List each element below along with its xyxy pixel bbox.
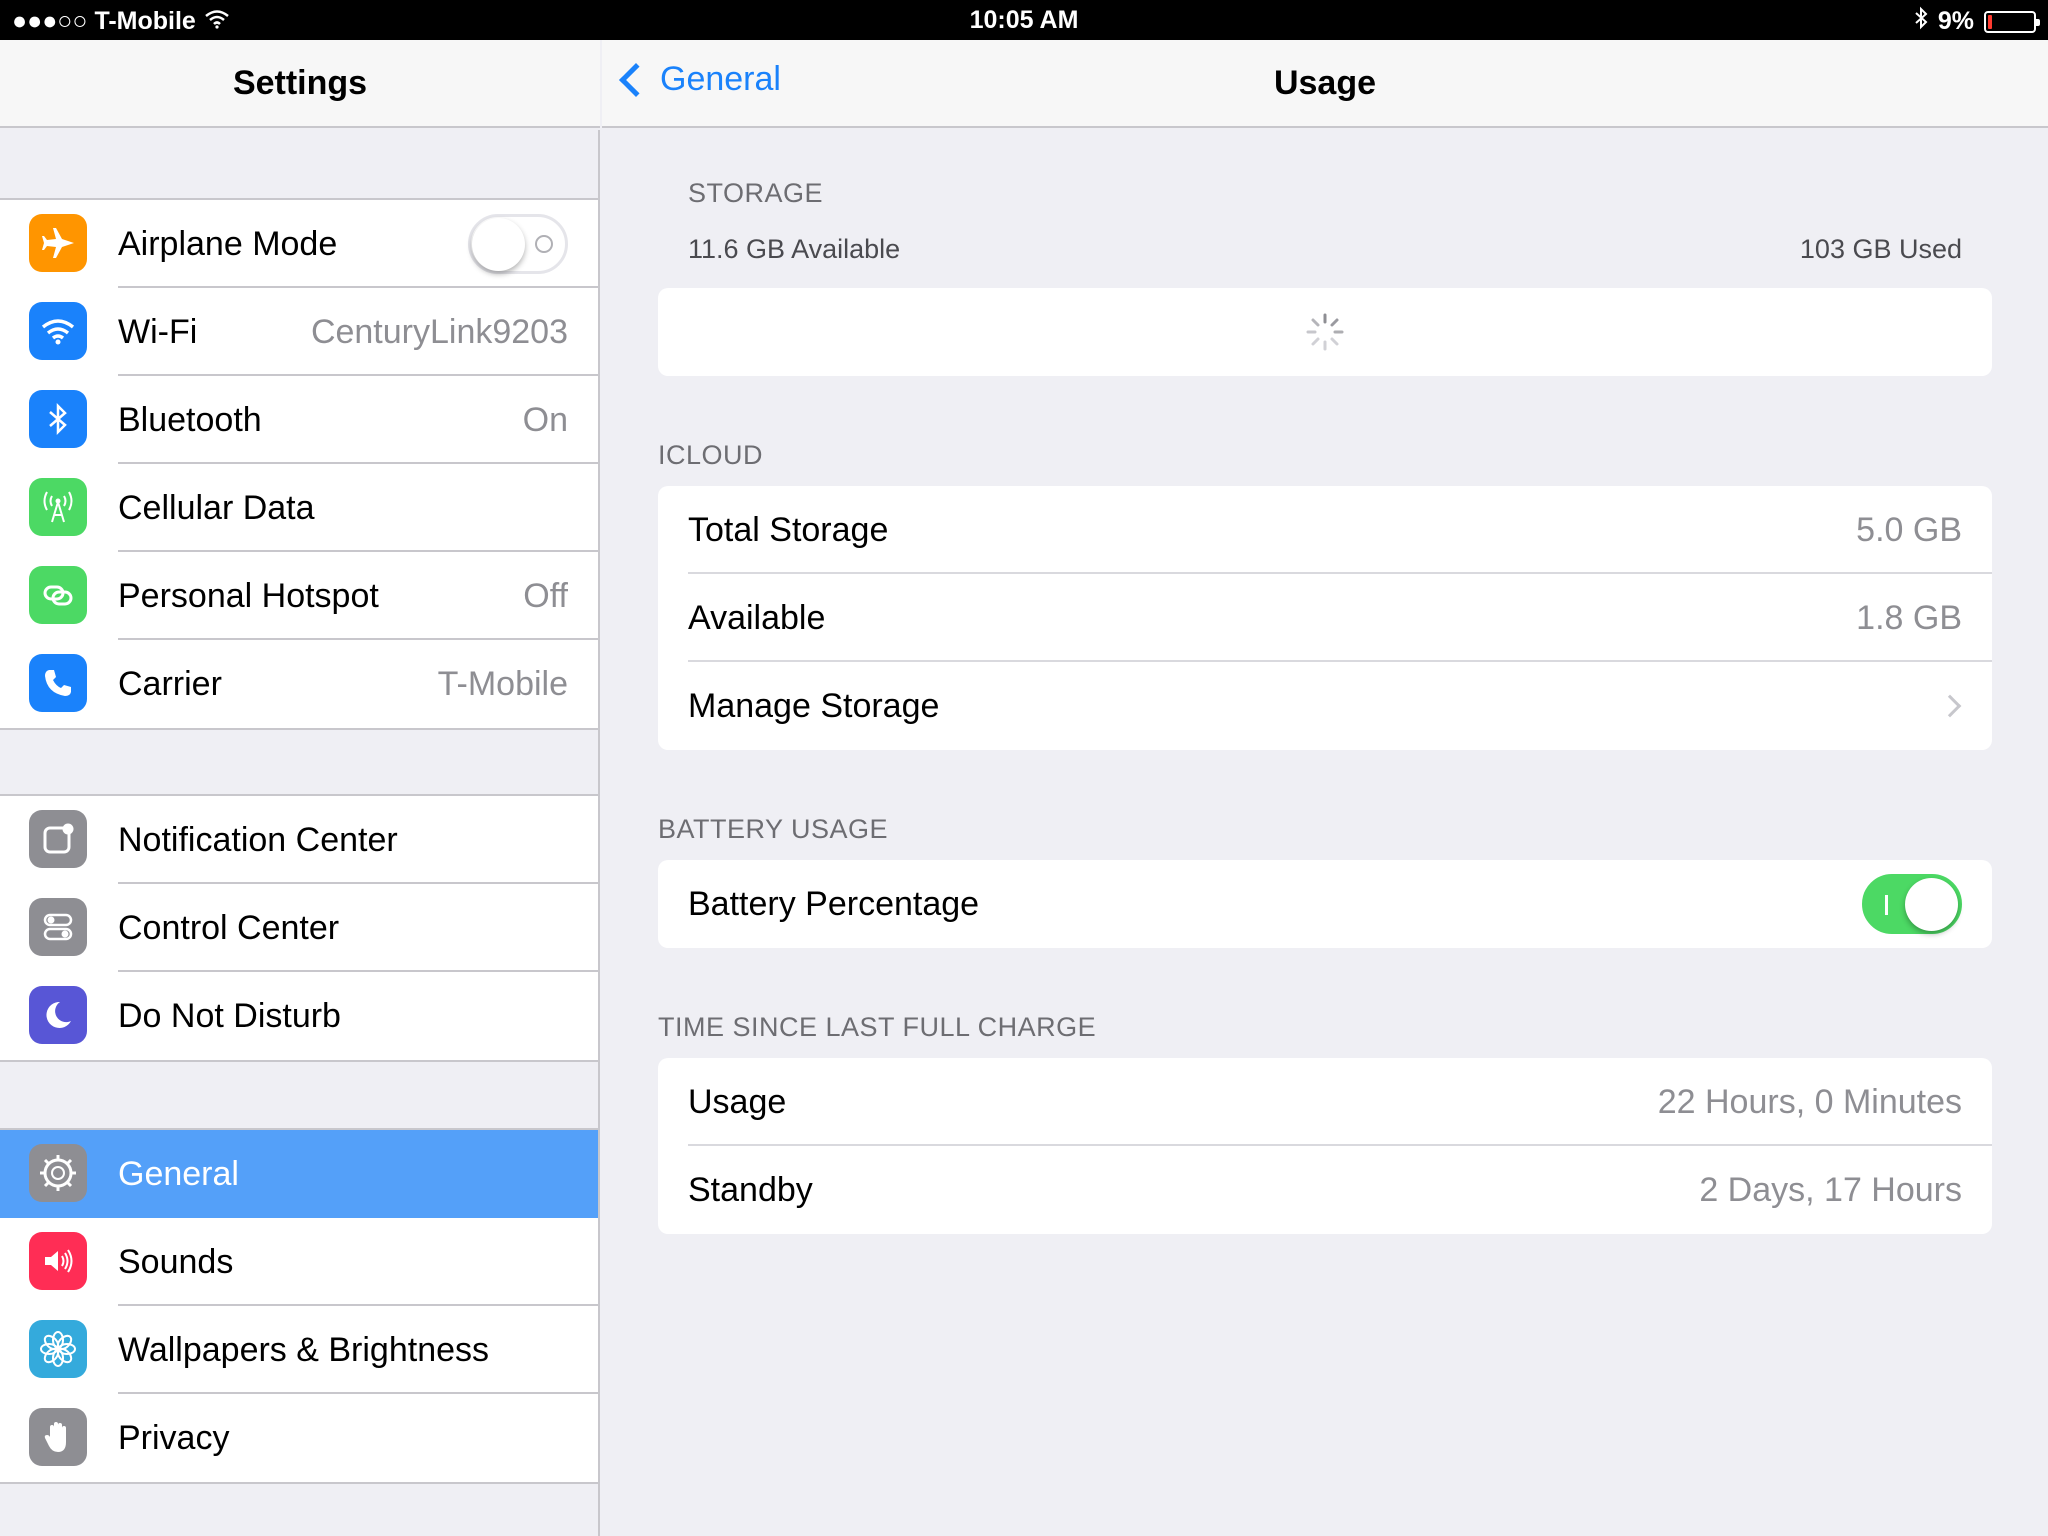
battery-usage-card: Battery Percentage [658,860,1992,948]
row-label: Available [688,598,826,637]
wifi-icon [29,302,87,360]
control-center-icon [29,898,87,956]
sidebar-item-label: Wi-Fi [118,312,198,351]
hand-icon [29,1408,87,1466]
sidebar-item-label: Privacy [118,1418,230,1457]
sidebar-item-privacy[interactable]: Privacy [0,1394,598,1482]
sidebar-item-label: Control Center [118,908,340,947]
icloud-available-row: Available 1.8 GB [658,574,1992,662]
row-label: Usage [688,1082,787,1121]
sidebar-item-label: Sounds [118,1242,234,1281]
moon-icon [29,986,87,1044]
chevron-left-icon [619,62,653,97]
bluetooth-status: On [522,400,568,439]
battery-percentage: 9% [1937,7,1974,35]
sidebar-item-label: Personal Hotspot [118,576,379,615]
sidebar-item-label: Do Not Disturb [118,996,341,1035]
row-value: 1.8 GB [1856,598,1962,637]
sidebar-item-notification-center[interactable]: Notification Center [0,796,598,884]
toggle-knob [472,218,525,271]
back-button-label: General [660,60,781,98]
detail-title: Usage [1273,63,1377,102]
sidebar-item-wallpapers-brightness[interactable]: Wallpapers & Brightness [0,1306,598,1394]
battery-percentage-row: Battery Percentage [658,860,1992,948]
toggle-on-mark [1885,895,1888,915]
wifi-network-name: CenturyLink9203 [310,312,568,351]
ipad-screen: ●●●○○ T-Mobile 10:05 AM 9% Settings Usag… [0,0,2048,1536]
storage-loading-card [658,288,1992,376]
sidebar-item-label: Carrier [118,664,222,703]
row-value: 22 Hours, 0 Minutes [1657,1082,1962,1121]
icloud-total-storage-row: Total Storage 5.0 GB [658,486,1992,574]
sidebar-item-label: Bluetooth [118,400,262,439]
airplane-mode-toggle[interactable] [468,214,568,274]
chevron-right-icon [1938,694,1962,718]
sidebar-item-label: Wallpapers & Brightness [118,1330,490,1369]
sidebar-title: Settings [232,63,368,102]
row-label: Battery Percentage [688,884,980,923]
phone-icon [29,654,87,712]
airplane-icon [29,214,87,272]
battery-usage-section-header: BATTERY USAGE [658,814,889,844]
speaker-icon [29,1232,87,1290]
bluetooth-status-icon [1914,6,1928,37]
sidebar-item-control-center[interactable]: Control Center [0,884,598,972]
time-since-charge-section-header: TIME SINCE LAST FULL CHARGE [658,1012,1097,1042]
settings-sidebar: Airplane Mode Wi-Fi CenturyLink9203 Blue… [0,130,600,1536]
time-since-charge-card: Usage 22 Hours, 0 Minutes Standby 2 Days… [658,1058,1992,1234]
sidebar-item-label: Notification Center [118,820,398,859]
sidebar-item-general[interactable]: General [0,1130,598,1218]
sidebar-item-bluetooth[interactable]: Bluetooth On [0,376,598,464]
sidebar-group-system: Notification Center Control Center Do No… [0,794,598,1062]
sidebar-group-connectivity: Airplane Mode Wi-Fi CenturyLink9203 Blue… [0,198,598,730]
sidebar-item-label: General [118,1154,239,1193]
battery-percentage-toggle[interactable] [1862,874,1962,934]
sidebar-item-carrier[interactable]: Carrier T-Mobile [0,640,598,728]
sidebar-header: Settings [0,40,600,128]
notification-center-icon [29,810,87,868]
storage-available: 11.6 GB Available [688,234,901,264]
usage-time-row: Usage 22 Hours, 0 Minutes [658,1058,1992,1146]
battery-icon [1984,10,2040,33]
battery-level-fill [1988,14,1992,29]
sidebar-item-label: Cellular Data [118,488,315,527]
bluetooth-icon [29,390,87,448]
row-label: Manage Storage [688,686,940,725]
icloud-card: Total Storage 5.0 GB Available 1.8 GB Ma… [658,486,1992,750]
hotspot-icon [29,566,87,624]
loading-spinner-icon [1306,313,1344,351]
row-label: Total Storage [688,510,889,549]
toggle-off-mark [535,235,553,253]
gear-icon [29,1144,87,1202]
sidebar-item-airplane-mode[interactable]: Airplane Mode [0,200,598,288]
status-bar-right: 9% [1914,6,2040,37]
status-bar: ●●●○○ T-Mobile 10:05 AM 9% [0,0,2048,40]
status-time: 10:05 AM [969,6,1079,34]
storage-used: 103 GB Used [1799,234,1962,264]
sidebar-item-do-not-disturb[interactable]: Do Not Disturb [0,972,598,1060]
standby-time-row: Standby 2 Days, 17 Hours [658,1146,1992,1234]
storage-section-header: STORAGE [688,178,824,208]
sidebar-group-general: General Sounds Wallpapers & Brightness P… [0,1128,598,1484]
icloud-section-header: ICLOUD [658,440,764,470]
row-label: Standby [688,1170,813,1209]
carrier-name: T-Mobile [437,664,568,703]
back-button[interactable]: General [619,60,781,99]
flower-icon [29,1320,87,1378]
hotspot-status: Off [523,576,568,615]
sidebar-item-wifi[interactable]: Wi-Fi CenturyLink9203 [0,288,598,376]
sidebar-item-cellular-data[interactable]: Cellular Data [0,464,598,552]
row-value: 2 Days, 17 Hours [1699,1170,1962,1209]
toggle-knob [1905,878,1958,931]
sidebar-item-personal-hotspot[interactable]: Personal Hotspot Off [0,552,598,640]
usage-detail: STORAGE 11.6 GB Available 103 GB Used IC… [602,130,2048,1536]
manage-storage-row[interactable]: Manage Storage [658,662,1992,750]
detail-header: Usage [602,40,2048,128]
sidebar-item-sounds[interactable]: Sounds [0,1218,598,1306]
sidebar-item-label: Airplane Mode [118,224,338,263]
cellular-icon [29,478,87,536]
row-value: 5.0 GB [1856,510,1962,549]
